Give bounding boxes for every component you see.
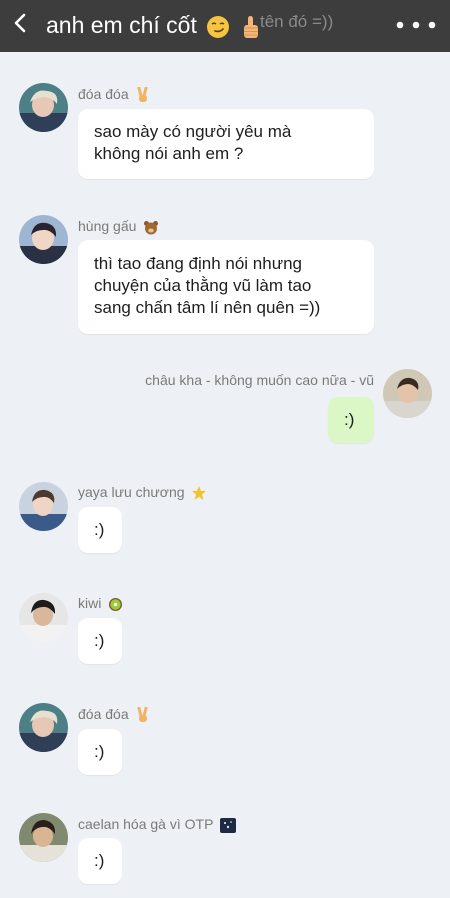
message-text: :) xyxy=(94,742,105,761)
bear-emoji xyxy=(144,220,159,235)
avatar[interactable] xyxy=(19,83,68,132)
sender-name: hùng gấu xyxy=(78,218,159,235)
message-text-line: không nói anh em ? xyxy=(94,144,244,163)
sender-name: yaya lưu chương xyxy=(78,484,207,501)
sender-name: châu kha - không muốn cao nữa - vũ xyxy=(145,372,374,388)
header-partial-text: tên đó =)) xyxy=(260,12,334,31)
message-text: :) xyxy=(344,410,355,429)
star-emoji xyxy=(192,486,207,501)
message-text: :) xyxy=(94,631,105,650)
message-bubble[interactable]: :) xyxy=(78,838,122,884)
smirking-face-emoji xyxy=(207,15,230,38)
message-text: sao mày có người yêu mà không nói anh em … xyxy=(94,121,291,165)
message-bubble[interactable]: thì tao đang định nói nhưng chuyện của th… xyxy=(78,240,374,334)
more-options-icon[interactable] xyxy=(394,14,440,36)
message-text: :) xyxy=(94,520,105,539)
avatar[interactable] xyxy=(19,813,68,862)
avatar[interactable] xyxy=(19,482,68,531)
message-bubble[interactable]: :) xyxy=(78,729,122,775)
victory-hand-emoji xyxy=(137,87,147,103)
avatar[interactable] xyxy=(19,703,68,752)
night-sky-emoji xyxy=(220,817,237,833)
avatar[interactable] xyxy=(19,215,68,264)
sender-name: đóa đóa xyxy=(78,86,150,103)
message-bubble[interactable]: :) xyxy=(328,397,374,443)
group-title[interactable]: anh em chí cốt xyxy=(46,10,262,40)
back-arrow-icon[interactable] xyxy=(10,10,32,36)
kiwi-emoji xyxy=(109,597,123,611)
message-text: thì tao đang định nói nhưng chuyện của th… xyxy=(94,253,320,319)
message-bubble[interactable]: :) xyxy=(78,507,122,553)
chat-header: tên đó =)) anh em chí cốt xyxy=(0,0,450,52)
sender-name: đóa đóa xyxy=(78,706,150,723)
avatar[interactable] xyxy=(383,369,432,418)
group-title-text: anh em chí cốt xyxy=(46,12,197,38)
message-bubble[interactable]: :) xyxy=(78,618,122,664)
message-text-line: chuyện của thằng vũ làm tao xyxy=(94,276,312,295)
avatar[interactable] xyxy=(19,593,68,642)
sender-name: kiwi xyxy=(78,595,123,612)
message-bubble[interactable]: sao mày có người yêu mà không nói anh em … xyxy=(78,109,374,179)
message-text: :) xyxy=(94,851,105,870)
message-text-line: sao mày có người yêu mà xyxy=(94,122,292,141)
sender-name: caelan hóa gà vì OTP xyxy=(78,816,237,833)
message-text-line: sang chấn tâm lí nên quên =)) xyxy=(94,298,321,317)
thumbs-up-emoji xyxy=(243,15,258,38)
victory-hand-emoji xyxy=(137,707,147,723)
message-text-line: thì tao đang định nói nhưng xyxy=(94,254,302,273)
